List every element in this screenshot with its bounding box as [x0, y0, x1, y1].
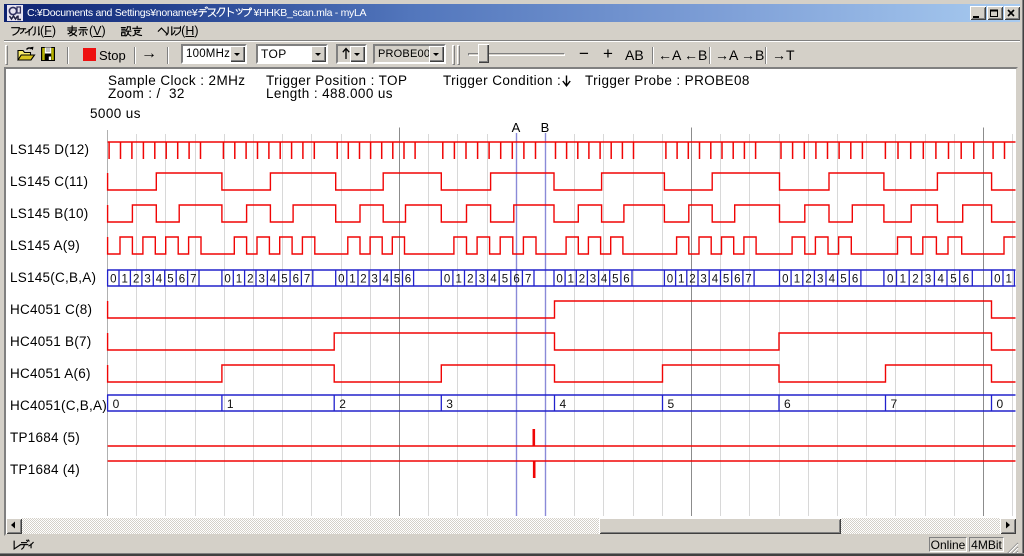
svg-text:0: 0: [887, 274, 893, 286]
svg-text:5: 5: [281, 274, 287, 286]
svg-text:5: 5: [668, 397, 675, 411]
svg-text:2: 2: [339, 397, 346, 411]
svg-text:4: 4: [712, 274, 719, 286]
svg-text:0: 0: [556, 274, 562, 286]
svg-text:LS145 B(10): LS145 B(10): [10, 206, 89, 221]
svg-text:0: 0: [667, 274, 673, 286]
svg-text:5: 5: [950, 274, 956, 286]
svg-text:1: 1: [678, 274, 684, 286]
svg-text:6: 6: [623, 274, 629, 286]
svg-text:6: 6: [293, 274, 299, 286]
svg-text:3: 3: [446, 397, 453, 411]
svg-text:6: 6: [784, 397, 791, 411]
svg-text:3: 3: [144, 274, 150, 286]
svg-text:6: 6: [734, 274, 740, 286]
svg-text:3: 3: [371, 274, 377, 286]
svg-text:5: 5: [394, 274, 400, 286]
svg-text:6: 6: [963, 274, 969, 286]
svg-text:3: 3: [817, 274, 823, 286]
svg-text:2: 2: [805, 274, 811, 286]
svg-text:0: 0: [113, 397, 120, 411]
svg-text:4: 4: [270, 274, 277, 286]
svg-text:0: 0: [338, 274, 344, 286]
svg-text:TP1684 (5): TP1684 (5): [10, 430, 80, 445]
svg-text:LS145(C,B,A): LS145(C,B,A): [10, 270, 96, 285]
svg-text:0: 0: [994, 274, 1000, 286]
svg-text:5: 5: [723, 274, 729, 286]
svg-text:HC4051 A(6): HC4051 A(6): [10, 366, 91, 381]
svg-text:LS145 A(9): LS145 A(9): [10, 238, 80, 253]
svg-text:2: 2: [912, 274, 918, 286]
svg-text:1: 1: [121, 274, 127, 286]
svg-text:0: 0: [444, 274, 450, 286]
svg-text:LS145 D(12): LS145 D(12): [10, 142, 89, 157]
svg-text:1: 1: [794, 274, 800, 286]
svg-text:3: 3: [258, 274, 264, 286]
svg-text:0: 0: [782, 274, 788, 286]
svg-text:1: 1: [900, 274, 906, 286]
svg-text:3: 3: [479, 274, 485, 286]
svg-text:HC4051 C(8): HC4051 C(8): [10, 302, 92, 317]
svg-text:2: 2: [467, 274, 473, 286]
svg-text:5: 5: [167, 274, 173, 286]
svg-text:6: 6: [179, 274, 185, 286]
svg-text:2: 2: [579, 274, 585, 286]
svg-text:2: 2: [247, 274, 253, 286]
svg-text:4: 4: [937, 274, 944, 286]
svg-text:4: 4: [829, 274, 836, 286]
svg-text:4: 4: [490, 274, 497, 286]
svg-text:A: A: [512, 120, 521, 135]
svg-text:4: 4: [156, 274, 163, 286]
svg-text:3: 3: [700, 274, 706, 286]
svg-text:4: 4: [383, 274, 390, 286]
svg-text:4: 4: [601, 274, 608, 286]
svg-text:5: 5: [612, 274, 618, 286]
svg-text:7: 7: [190, 274, 196, 286]
svg-text:3: 3: [925, 274, 931, 286]
svg-text:6: 6: [852, 274, 858, 286]
svg-text:7: 7: [304, 274, 310, 286]
svg-text:4: 4: [560, 397, 567, 411]
svg-text:HC4051(C,B,A): HC4051(C,B,A): [10, 398, 107, 413]
svg-text:Length : 488.000 us: Length : 488.000 us: [266, 86, 393, 101]
svg-text:2: 2: [360, 274, 366, 286]
svg-text:1: 1: [455, 274, 461, 286]
svg-text:6: 6: [513, 274, 519, 286]
svg-text:2: 2: [689, 274, 695, 286]
svg-text:Trigger Condition :: Trigger Condition :: [443, 73, 561, 88]
svg-text:1: 1: [349, 274, 355, 286]
svg-text:Trigger Probe : PROBE08: Trigger Probe : PROBE08: [585, 73, 750, 88]
svg-text:1: 1: [236, 274, 242, 286]
svg-text:0: 0: [224, 274, 230, 286]
svg-text:HC4051 B(7): HC4051 B(7): [10, 334, 92, 349]
svg-text:7: 7: [525, 274, 531, 286]
svg-text:TP1684 (4): TP1684 (4): [10, 462, 80, 477]
svg-text:1: 1: [567, 274, 573, 286]
svg-text:0: 0: [110, 274, 116, 286]
svg-text:5: 5: [840, 274, 846, 286]
svg-text:LS145 C(11): LS145 C(11): [10, 174, 88, 189]
svg-text:B: B: [541, 120, 550, 135]
svg-text:3: 3: [590, 274, 596, 286]
svg-text:1: 1: [1005, 274, 1011, 286]
svg-text:7: 7: [745, 274, 751, 286]
svg-text:2: 2: [133, 274, 139, 286]
svg-text:7: 7: [891, 397, 898, 411]
svg-text:Zoom : / 32: Zoom : / 32: [108, 86, 185, 101]
svg-text:1: 1: [227, 397, 234, 411]
svg-text:0: 0: [997, 397, 1004, 411]
svg-text:5000 us: 5000 us: [90, 106, 141, 121]
svg-text:6: 6: [405, 274, 411, 286]
svg-text:5: 5: [502, 274, 508, 286]
